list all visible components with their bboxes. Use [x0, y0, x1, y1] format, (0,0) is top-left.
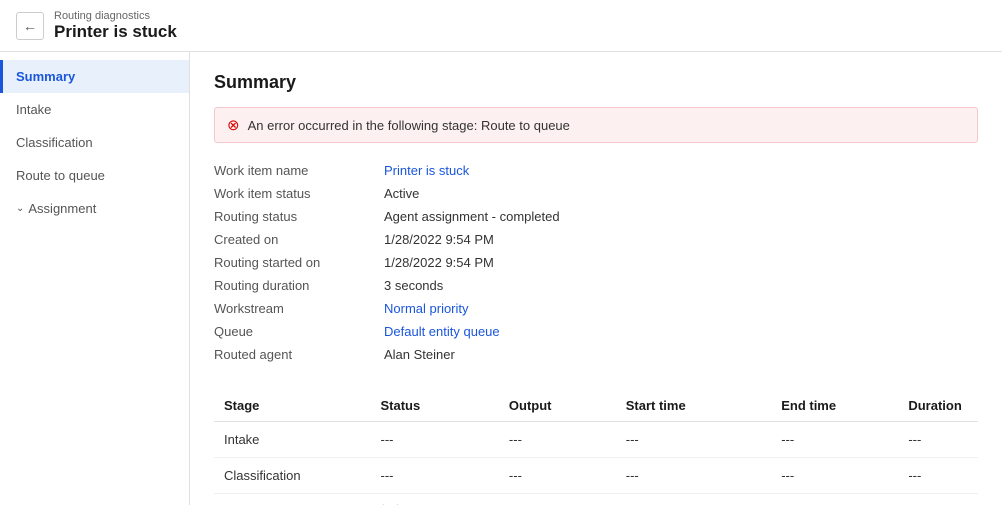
col-header-duration: Duration — [898, 390, 978, 422]
duration-cell: 0 seconds — [898, 494, 978, 505]
status-cell: ❌Error — [371, 494, 499, 505]
sidebar-label-route-to-queue: Route to queue — [16, 168, 105, 183]
table-row: Route to queue❌Error---1/28/2022 9:54 PM… — [214, 494, 978, 505]
created-on-label: Created on — [214, 232, 384, 247]
chevron-down-icon: ⌄ — [16, 203, 24, 214]
work-item-name-value[interactable]: Printer is stuck — [384, 163, 469, 178]
output-cell: --- — [499, 422, 616, 458]
header-text: Routing diagnostics Printer is stuck — [54, 10, 177, 42]
sidebar-label-summary: Summary — [16, 69, 75, 84]
stage-cell: Classification — [214, 458, 371, 494]
created-on-value: 1/28/2022 9:54 PM — [384, 232, 494, 247]
status-cell: --- — [371, 422, 499, 458]
sidebar: Summary Intake Classification Route to q… — [0, 52, 190, 505]
routing-status-value: Agent assignment - completed — [384, 209, 560, 224]
start-time-cell: 1/28/2022 9:54 PM — [616, 494, 771, 505]
error-banner: ⊗ An error occurred in the following sta… — [214, 107, 978, 143]
info-row-created-on: Created on 1/28/2022 9:54 PM — [214, 228, 978, 251]
routing-duration-label: Routing duration — [214, 278, 384, 293]
col-header-start-time: Start time — [616, 390, 771, 422]
sidebar-section-label-assignment: Assignment — [28, 201, 96, 216]
sidebar-item-route-to-queue[interactable]: Route to queue — [0, 159, 189, 192]
stage-table: Stage Status Output Start time End time … — [214, 390, 978, 505]
queue-value[interactable]: Default entity queue — [384, 324, 500, 339]
info-row-workstream: Workstream Normal priority — [214, 297, 978, 320]
error-circle-icon: ⊗ — [227, 116, 240, 134]
sidebar-item-summary[interactable]: Summary — [0, 60, 189, 93]
col-header-stage: Stage — [214, 390, 371, 422]
routing-started-value: 1/28/2022 9:54 PM — [384, 255, 494, 270]
table-row: Classification--------------- — [214, 458, 978, 494]
col-header-status: Status — [371, 390, 499, 422]
layout: Summary Intake Classification Route to q… — [0, 52, 1002, 505]
work-item-status-label: Work item status — [214, 186, 384, 201]
routing-status-label: Routing status — [214, 209, 384, 224]
table-row: Intake--------------- — [214, 422, 978, 458]
workstream-label: Workstream — [214, 301, 384, 316]
info-table: Work item name Printer is stuck Work ite… — [214, 159, 978, 366]
col-header-output: Output — [499, 390, 616, 422]
info-row-routed-agent: Routed agent Alan Steiner — [214, 343, 978, 366]
info-row-work-item-name: Work item name Printer is stuck — [214, 159, 978, 182]
start-time-cell: --- — [616, 422, 771, 458]
sidebar-label-intake: Intake — [16, 102, 51, 117]
duration-cell: --- — [898, 458, 978, 494]
sidebar-item-classification[interactable]: Classification — [0, 126, 189, 159]
routed-agent-value: Alan Steiner — [384, 347, 455, 362]
status-cell: --- — [371, 458, 499, 494]
back-button[interactable]: ← — [16, 12, 44, 40]
start-time-cell: --- — [616, 458, 771, 494]
workstream-value[interactable]: Normal priority — [384, 301, 469, 316]
routing-started-label: Routing started on — [214, 255, 384, 270]
info-row-routing-duration: Routing duration 3 seconds — [214, 274, 978, 297]
breadcrumb: Routing diagnostics — [54, 10, 177, 22]
output-cell: --- — [499, 458, 616, 494]
sidebar-item-intake[interactable]: Intake — [0, 93, 189, 126]
work-item-name-label: Work item name — [214, 163, 384, 178]
output-cell: --- — [499, 494, 616, 505]
stage-cell: Intake — [214, 422, 371, 458]
queue-label: Queue — [214, 324, 384, 339]
routing-duration-value: 3 seconds — [384, 278, 443, 293]
info-row-routing-started: Routing started on 1/28/2022 9:54 PM — [214, 251, 978, 274]
col-header-end-time: End time — [771, 390, 898, 422]
page-title: Printer is stuck — [54, 22, 177, 42]
info-row-work-item-status: Work item status Active — [214, 182, 978, 205]
sidebar-label-classification: Classification — [16, 135, 93, 150]
work-item-status-value: Active — [384, 186, 419, 201]
duration-cell: --- — [898, 422, 978, 458]
routed-agent-label: Routed agent — [214, 347, 384, 362]
info-row-routing-status: Routing status Agent assignment - comple… — [214, 205, 978, 228]
page-header: ← Routing diagnostics Printer is stuck — [0, 0, 1002, 52]
sidebar-section-assignment[interactable]: ⌄ Assignment — [0, 192, 189, 225]
main-content: Summary ⊗ An error occurred in the follo… — [190, 52, 1002, 505]
end-time-cell: --- — [771, 422, 898, 458]
end-time-cell: --- — [771, 458, 898, 494]
main-title: Summary — [214, 72, 978, 93]
end-time-cell: 1/28/2022 9:5... — [771, 494, 898, 505]
error-banner-text: An error occurred in the following stage… — [248, 118, 570, 133]
info-row-queue: Queue Default entity queue — [214, 320, 978, 343]
